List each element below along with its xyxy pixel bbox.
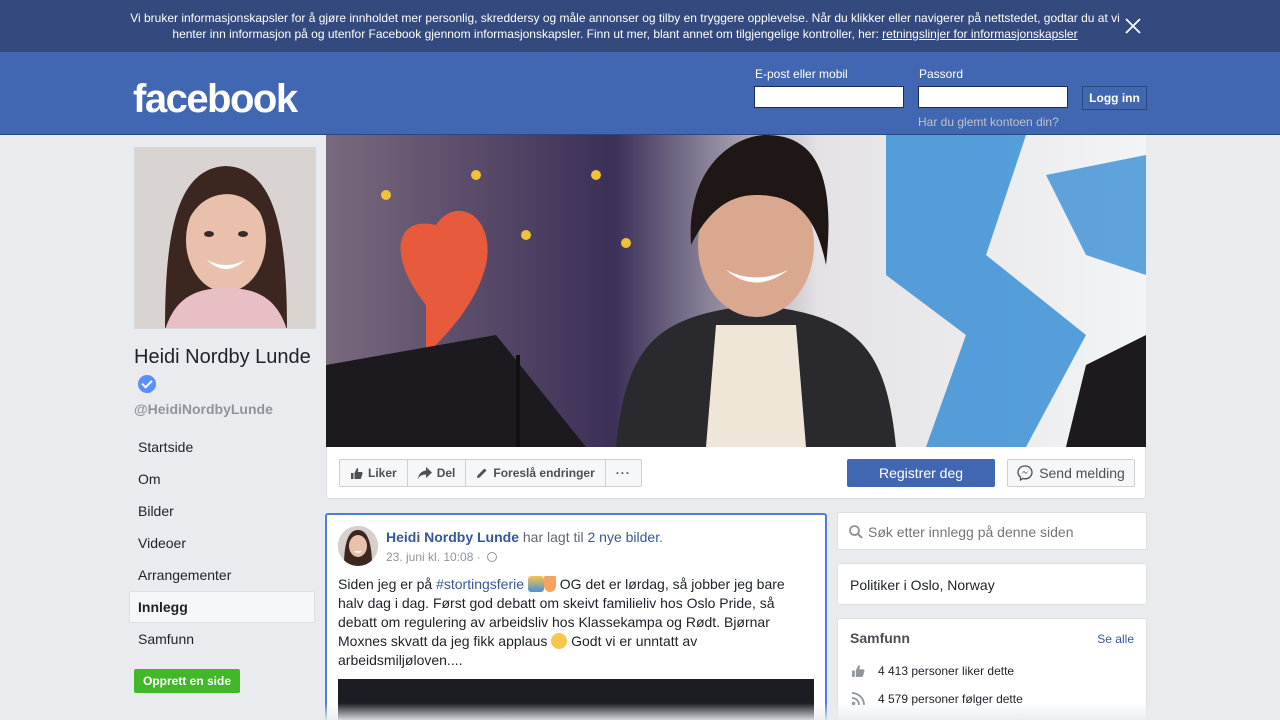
- community-title: Samfunn: [850, 630, 910, 646]
- page-handle[interactable]: @HeidiNordbyLunde: [134, 401, 273, 417]
- post-author-link[interactable]: Heidi Nordby Lunde: [386, 529, 519, 545]
- messenger-icon: [1017, 465, 1033, 481]
- rss-follow-icon: [851, 692, 865, 706]
- create-page-button[interactable]: Opprett en side: [134, 669, 240, 693]
- more-options-button[interactable]: ···: [606, 460, 641, 486]
- email-label: E-post eller mobil: [755, 67, 848, 81]
- pencil-icon: [477, 468, 487, 478]
- register-button[interactable]: Registrer deg: [847, 459, 995, 487]
- post-card: Heidi Nordby Lunde har lagt til 2 nye bi…: [325, 513, 827, 720]
- follows-count: 4 579 personer følger dette: [878, 692, 1023, 706]
- facebook-logo[interactable]: facebook: [133, 76, 298, 122]
- likes-stat: 4 413 personer liker dette: [850, 664, 1014, 678]
- page-category[interactable]: Politiker i Oslo, Norway: [850, 577, 995, 593]
- page-actions: Liker Del Foreslå endringer ···: [339, 459, 642, 487]
- like-button[interactable]: Liker: [340, 460, 408, 486]
- close-icon[interactable]: [1122, 15, 1144, 37]
- login-button[interactable]: Logg inn: [1082, 86, 1147, 110]
- profile-picture[interactable]: [134, 147, 316, 329]
- likes-count: 4 413 personer liker dette: [878, 664, 1015, 678]
- post-header-period: .: [659, 529, 663, 545]
- email-field[interactable]: [754, 86, 904, 108]
- forgot-account-link[interactable]: Har du glemt kontoen din?: [918, 115, 1059, 129]
- beach-emoji-icon: [527, 576, 544, 592]
- cocktail-emoji-icon: [543, 576, 556, 592]
- nav-item-samfunn[interactable]: Samfunn: [129, 623, 315, 655]
- send-message-button[interactable]: Send melding: [1007, 459, 1135, 487]
- avatar[interactable]: [338, 526, 378, 566]
- globe-icon: [487, 552, 498, 562]
- verified-badge-icon: [138, 375, 156, 393]
- cover-photo[interactable]: [326, 135, 1146, 447]
- send-message-label: Send melding: [1039, 465, 1125, 481]
- nav-item-videoer[interactable]: Videoer: [129, 527, 315, 559]
- post-body: Siden jeg er på #stortingsferie OG det e…: [338, 575, 808, 670]
- password-label: Passord: [919, 67, 964, 81]
- share-label: Del: [436, 466, 456, 480]
- nav-item-innlegg[interactable]: Innlegg: [129, 591, 315, 623]
- post-text-1: Siden jeg er på: [338, 576, 437, 592]
- share-arrow-icon: [417, 467, 432, 479]
- like-label: Liker: [368, 466, 397, 480]
- see-all-link[interactable]: Se alle: [1097, 632, 1134, 646]
- nav-item-bilder[interactable]: Bilder: [129, 495, 315, 527]
- post-search-card: [837, 512, 1147, 550]
- cookie-banner-text: Vi bruker informasjonskapsler for å gjør…: [130, 10, 1120, 42]
- post-image[interactable]: [338, 679, 814, 720]
- post-header: Heidi Nordby Lunde har lagt til 2 nye bi…: [386, 529, 663, 545]
- search-icon: [849, 525, 863, 539]
- nav-item-om[interactable]: Om: [129, 463, 315, 495]
- about-card: Politiker i Oslo, Norway: [837, 563, 1147, 605]
- search-input[interactable]: [868, 521, 1138, 543]
- cookie-policy-link[interactable]: retningslinjer for informasjonskapsler: [882, 27, 1077, 41]
- nav-item-arrangementer[interactable]: Arrangementer: [129, 559, 315, 591]
- page-name-text: Heidi Nordby Lunde: [134, 346, 311, 368]
- password-field[interactable]: [918, 86, 1068, 108]
- community-card: Samfunn Se alle 4 413 personer liker det…: [837, 618, 1147, 720]
- suggest-edits-button[interactable]: Foreslå endringer: [466, 460, 606, 486]
- photos-link[interactable]: 2 nye bilder: [587, 529, 659, 545]
- share-button[interactable]: Del: [408, 460, 467, 486]
- hashtag-link[interactable]: #stortingsferie: [436, 576, 524, 592]
- more-icon: ···: [615, 466, 631, 480]
- nav-item-startside[interactable]: Startside: [129, 431, 315, 463]
- post-timestamp[interactable]: 23. juni kl. 10:08 ·: [386, 550, 498, 564]
- thumbs-up-icon: [351, 467, 363, 479]
- cookie-banner: Vi bruker informasjonskapsler for å gjør…: [0, 0, 1280, 52]
- follows-stat: 4 579 personer følger dette: [850, 692, 1023, 706]
- timestamp-text: 23. juni kl. 10:08 ·: [386, 550, 485, 564]
- page-title: Heidi Nordby Lunde: [134, 343, 314, 399]
- thumbs-up-icon: [852, 665, 865, 677]
- page-action-bar: Liker Del Foreslå endringer ··· Registre…: [326, 447, 1146, 499]
- top-bar: facebook E-post eller mobil Passord Logg…: [0, 52, 1280, 135]
- suggest-edits-label: Foreslå endringer: [493, 466, 595, 480]
- page-nav: Startside Om Bilder Videoer Arrangemente…: [129, 431, 315, 655]
- post-action-text: har lagt til: [519, 529, 588, 545]
- laughing-emoji-icon: [551, 633, 568, 649]
